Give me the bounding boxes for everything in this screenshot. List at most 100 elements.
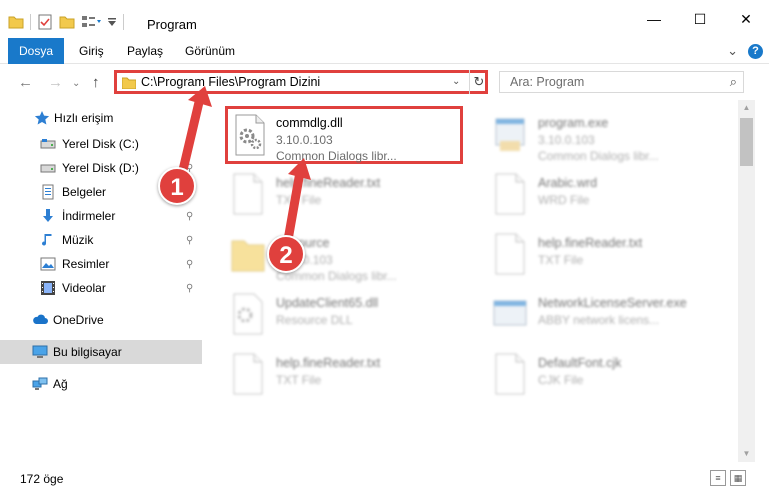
file-name: help.fineReader.txt <box>276 176 381 190</box>
sidebar-item-label: OneDrive <box>53 313 104 327</box>
file-type: WRD File <box>538 193 590 207</box>
title-bar: Program — ☐ ✕ <box>0 0 769 38</box>
expand-ribbon-icon[interactable]: ⌄ <box>727 43 738 59</box>
refresh-button[interactable]: ↻ <box>469 70 488 94</box>
sidebar-item-network[interactable]: Ağ <box>0 372 202 396</box>
sidebar-item-this-pc[interactable]: Bu bilgisayar <box>0 340 202 364</box>
download-icon <box>43 209 53 222</box>
pin-icon: ⚲ <box>186 210 194 222</box>
folder-icon <box>8 16 24 29</box>
sidebar-item-label: Videolar <box>62 281 106 295</box>
search-icon: ⌕ <box>729 74 737 89</box>
window-title: Program <box>147 17 197 32</box>
file-description: Common Dialogs libr... <box>276 149 397 163</box>
tab-view[interactable]: Görünüm <box>185 38 235 64</box>
file-item[interactable]: DefaultFont.cjk CJK File <box>474 346 714 402</box>
search-input[interactable]: Ara: Program <box>510 75 584 89</box>
drive-icon <box>40 164 56 173</box>
tab-share[interactable]: Paylaş <box>127 38 163 64</box>
address-bar[interactable]: C:\Program Files\Program Dizini ⌄ ↻ <box>114 70 488 94</box>
file-type: CJK File <box>538 373 584 387</box>
file-item[interactable]: Arabic.wrd WRD File <box>474 166 714 222</box>
text-file-icon <box>233 173 263 215</box>
dll-file-icon <box>235 114 265 156</box>
sidebar-item-videos[interactable]: Videolar ⚲ <box>0 276 202 300</box>
file-list: commdlg.dll 3.10.0.103 Common Dialogs li… <box>212 100 738 462</box>
file-version: 3.10.0.103 <box>538 133 595 147</box>
pin-icon: ⚲ <box>186 138 194 150</box>
file-name: NetworkLicenseServer.exe <box>538 296 687 310</box>
text-file-icon <box>495 233 525 275</box>
sidebar-item-label: Hızlı erişim <box>54 111 114 125</box>
file-type: Resource DLL <box>276 313 353 327</box>
sidebar-item-label: Yerel Disk (D:) <box>62 161 139 175</box>
customize-toolbar-icon[interactable] <box>107 17 117 27</box>
file-item[interactable]: Resource 3.10.0.103 Common Dialogs libr.… <box>212 226 452 283</box>
tiles-view-button[interactable]: ▦ <box>730 470 746 486</box>
annotation-step-2: 2 <box>267 235 305 273</box>
vertical-scrollbar[interactable]: ▲ ▼ <box>738 100 755 462</box>
file-item[interactable]: help.fineReader.txt TXT File <box>474 226 714 282</box>
documents-icon <box>42 184 54 200</box>
properties-icon[interactable] <box>37 14 53 30</box>
folder-icon <box>122 77 136 89</box>
sidebar-item-downloads[interactable]: İndirmeler ⚲ <box>0 204 202 228</box>
file-version: 3.10.0.103 <box>276 133 333 147</box>
sidebar-item-quick-access[interactable]: Hızlı erişim <box>0 106 202 130</box>
file-description: Common Dialogs libr... <box>538 149 659 163</box>
sidebar-item-label: Yerel Disk (C:) <box>62 137 139 151</box>
file-name: program.exe <box>538 116 609 130</box>
file-item[interactable]: program.exe 3.10.0.103 Common Dialogs li… <box>474 106 714 163</box>
drive-icon <box>40 139 56 149</box>
pictures-icon <box>40 257 56 271</box>
file-item-commdlg[interactable]: commdlg.dll 3.10.0.103 Common Dialogs li… <box>225 106 463 164</box>
sidebar-item-pictures[interactable]: Resimler ⚲ <box>0 252 202 276</box>
dll-file-icon <box>233 293 263 335</box>
text-file-icon <box>233 353 263 395</box>
minimize-button[interactable]: — <box>631 0 677 38</box>
view-options-icon[interactable] <box>81 15 101 29</box>
sidebar-item-label: Resimler <box>62 257 110 271</box>
scroll-down-button[interactable]: ▼ <box>738 446 755 462</box>
sidebar-item-label: Belgeler <box>62 185 107 199</box>
sidebar-item-label: İndirmeler <box>62 209 116 223</box>
recent-locations-button[interactable]: ⌄ <box>72 78 80 89</box>
text-file-icon <box>495 173 525 215</box>
cloud-icon <box>33 314 48 324</box>
tab-home[interactable]: Giriş <box>79 38 104 64</box>
forward-button[interactable]: → <box>48 74 63 91</box>
file-item[interactable]: help.fineReader.txt TXT File <box>212 166 452 222</box>
address-dropdown-icon[interactable]: ⌄ <box>452 76 460 87</box>
network-icon <box>32 377 48 390</box>
address-path[interactable]: C:\Program Files\Program Dizini <box>141 75 320 89</box>
back-button[interactable]: ← <box>18 74 33 91</box>
help-icon[interactable]: ? <box>748 43 763 59</box>
status-bar: 172 öge ≡ ▦ <box>0 462 769 502</box>
file-item[interactable]: NetworkLicenseServer.exe ABBY network li… <box>474 286 714 342</box>
sidebar-item-music[interactable]: Müzik ⚲ <box>0 228 202 252</box>
close-button[interactable]: ✕ <box>723 0 769 38</box>
annotation-step-1: 1 <box>158 167 196 205</box>
details-view-button[interactable]: ≡ <box>710 470 726 486</box>
sidebar-item-label: Müzik <box>62 233 94 247</box>
star-icon <box>34 111 50 125</box>
file-name: UpdateClient65.dll <box>276 296 379 310</box>
maximize-button[interactable]: ☐ <box>677 0 723 38</box>
music-icon <box>42 234 52 246</box>
scroll-up-button[interactable]: ▲ <box>738 100 755 116</box>
computer-icon <box>32 345 48 358</box>
video-icon <box>41 281 55 295</box>
new-folder-icon[interactable] <box>59 15 75 29</box>
exe-file-icon <box>495 118 525 151</box>
up-button[interactable]: ↑ <box>92 74 100 91</box>
sidebar-item-onedrive[interactable]: OneDrive <box>0 308 202 332</box>
file-description: ABBY network licens... <box>538 313 660 327</box>
scroll-thumb[interactable] <box>740 118 753 166</box>
search-box[interactable]: Ara: Program ⌕ <box>499 71 744 93</box>
file-item[interactable]: help.fineReader.txt TXT File <box>212 346 452 402</box>
text-file-icon <box>495 353 525 395</box>
navigation-pane: Hızlı erişim Yerel Disk (C:) ⚲ Yerel Dis… <box>0 100 202 462</box>
file-item[interactable]: UpdateClient65.dll Resource DLL <box>212 286 452 342</box>
sidebar-item-local-disk-c[interactable]: Yerel Disk (C:) ⚲ <box>0 132 202 156</box>
file-name: help.fineReader.txt <box>538 236 643 250</box>
